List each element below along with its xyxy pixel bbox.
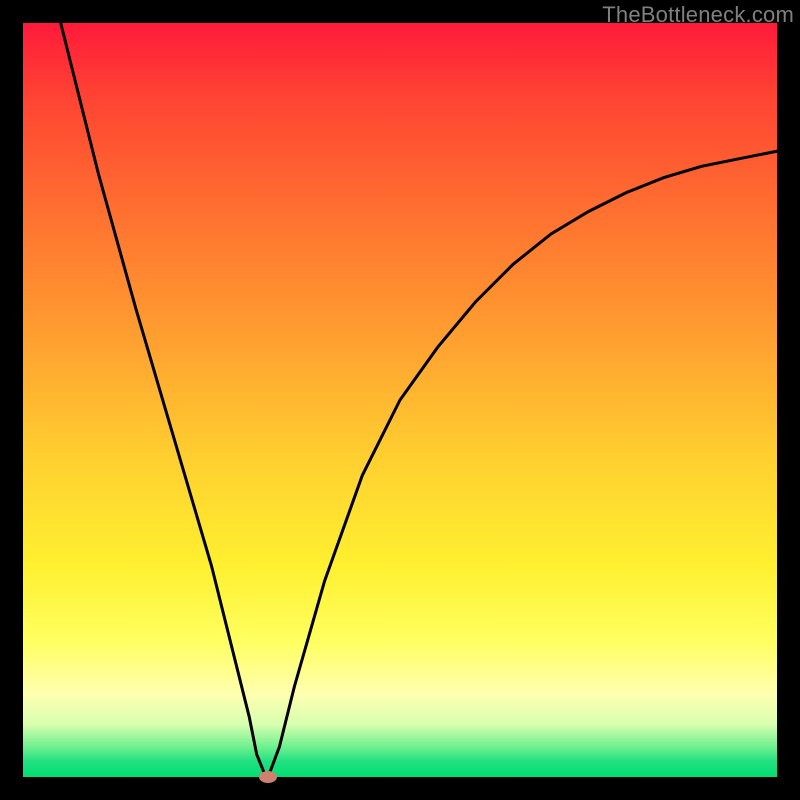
curve-left-branch — [61, 23, 268, 777]
chart-plot-area — [23, 23, 777, 777]
chart-curve-svg — [23, 23, 777, 777]
watermark-text: TheBottleneck.com — [602, 2, 794, 28]
minimum-marker — [259, 771, 277, 783]
curve-right-branch — [268, 151, 777, 777]
